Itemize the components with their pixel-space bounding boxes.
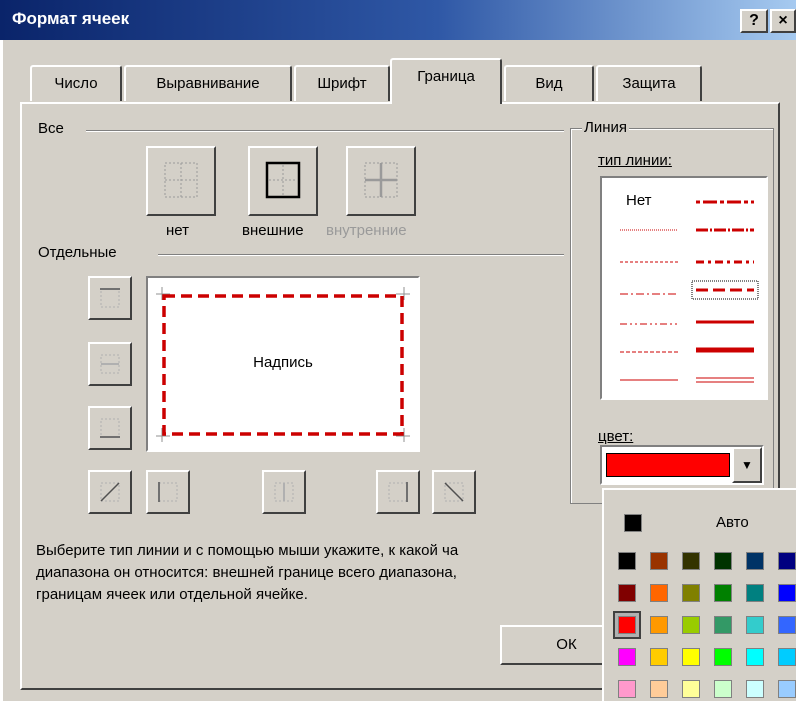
border-inside-vertical-icon <box>274 482 294 502</box>
border-top-button[interactable] <box>88 276 132 320</box>
palette-swatch[interactable] <box>746 616 764 634</box>
border-left-icon <box>158 482 178 502</box>
palette-swatch[interactable] <box>746 552 764 570</box>
palette-swatch[interactable] <box>682 552 700 570</box>
border-inside-horizontal-button[interactable] <box>88 342 132 386</box>
help-text-line: границам ячеек или отдельной ячейке. <box>36 586 308 603</box>
palette-swatch[interactable] <box>778 616 796 634</box>
preset-inside-button[interactable] <box>346 146 416 216</box>
palette-swatch[interactable] <box>746 680 764 698</box>
palette-swatch[interactable] <box>714 552 732 570</box>
border-bottom-icon <box>100 418 120 438</box>
window-frame <box>0 40 3 701</box>
selected-color-swatch <box>606 453 730 477</box>
palette-swatch[interactable] <box>778 584 796 602</box>
tab-font[interactable]: Шрифт <box>294 65 390 101</box>
palette-swatch[interactable] <box>682 616 700 634</box>
help-button[interactable]: ? <box>740 9 768 33</box>
palette-swatch[interactable] <box>682 648 700 666</box>
tab-alignment[interactable]: Выравнивание <box>124 65 292 101</box>
preset-outline-icon <box>265 161 301 199</box>
help-text: Выберите тип линии и с помощью мыши укаж… <box>36 540 458 606</box>
border-bottom-button[interactable] <box>88 406 132 450</box>
border-right-button[interactable] <box>376 470 420 514</box>
border-diagonal-up-icon <box>100 482 120 502</box>
line-color-label: цвет: <box>598 428 634 445</box>
preset-inside-icon <box>364 162 398 198</box>
close-button[interactable]: × <box>770 9 796 33</box>
border-right-icon <box>388 482 408 502</box>
tab-number[interactable]: Число <box>30 65 122 101</box>
palette-swatch[interactable] <box>618 584 636 602</box>
help-text-line: диапазона он относится: внешней границе … <box>36 564 457 581</box>
palette-swatch[interactable] <box>746 584 764 602</box>
borders-group-label: Отдельные <box>38 244 117 261</box>
border-inside-horizontal-icon <box>100 354 120 374</box>
chevron-down-icon[interactable]: ▼ <box>732 447 762 483</box>
line-style-label: тип линии: <box>598 152 672 169</box>
preset-none-icon <box>164 162 198 198</box>
palette-auto-label[interactable]: Авто <box>716 514 749 531</box>
presets-separator <box>86 130 564 132</box>
preset-outline-label: внешние <box>242 222 304 239</box>
palette-swatch[interactable] <box>714 680 732 698</box>
palette-swatch[interactable] <box>650 648 668 666</box>
border-preview[interactable]: Надпись <box>146 276 420 452</box>
border-diagonal-down-icon <box>444 482 464 502</box>
palette-swatch[interactable] <box>650 552 668 570</box>
palette-swatch[interactable] <box>714 648 732 666</box>
palette-swatch[interactable] <box>746 648 764 666</box>
color-dropdown[interactable]: ▼ <box>600 445 764 485</box>
help-text-line: Выберите тип линии и с помощью мыши укаж… <box>36 542 459 559</box>
palette-swatch[interactable] <box>778 680 796 698</box>
palette-swatch[interactable] <box>613 611 641 639</box>
palette-swatch[interactable] <box>650 680 668 698</box>
palette-swatch[interactable] <box>714 616 732 634</box>
preset-outline-button[interactable] <box>248 146 318 216</box>
border-diagonal-up-button[interactable] <box>88 470 132 514</box>
color-palette[interactable]: Авто <box>602 488 796 701</box>
preset-none-label: нет <box>166 222 189 239</box>
tab-protection[interactable]: Защита <box>596 65 702 101</box>
window-title: Формат ячеек <box>12 9 130 28</box>
palette-swatch[interactable] <box>778 648 796 666</box>
borders-separator <box>158 254 564 256</box>
palette-swatch[interactable] <box>618 680 636 698</box>
palette-swatch[interactable] <box>650 616 668 634</box>
palette-swatch[interactable] <box>682 584 700 602</box>
palette-swatch[interactable] <box>714 584 732 602</box>
preset-none-button[interactable] <box>146 146 216 216</box>
line-style-list[interactable]: Нет <box>600 176 768 400</box>
preset-inside-label: внутренние <box>326 222 407 239</box>
palette-swatch[interactable] <box>618 552 636 570</box>
palette-swatch[interactable] <box>618 648 636 666</box>
border-left-button[interactable] <box>146 470 190 514</box>
line-group-label: Линия <box>582 119 630 136</box>
border-inside-vertical-button[interactable] <box>262 470 306 514</box>
tab-view[interactable]: Вид <box>504 65 594 101</box>
palette-swatch[interactable] <box>650 584 668 602</box>
palette-swatch[interactable] <box>778 552 796 570</box>
border-top-icon <box>100 288 120 308</box>
tab-border[interactable]: Граница <box>390 58 502 104</box>
palette-swatch[interactable] <box>682 680 700 698</box>
border-diagonal-down-button[interactable] <box>432 470 476 514</box>
palette-auto-swatch[interactable] <box>624 514 642 532</box>
preview-text: Надпись <box>253 354 313 371</box>
line-style-samples <box>620 200 759 383</box>
presets-group-label: Все <box>38 120 64 137</box>
